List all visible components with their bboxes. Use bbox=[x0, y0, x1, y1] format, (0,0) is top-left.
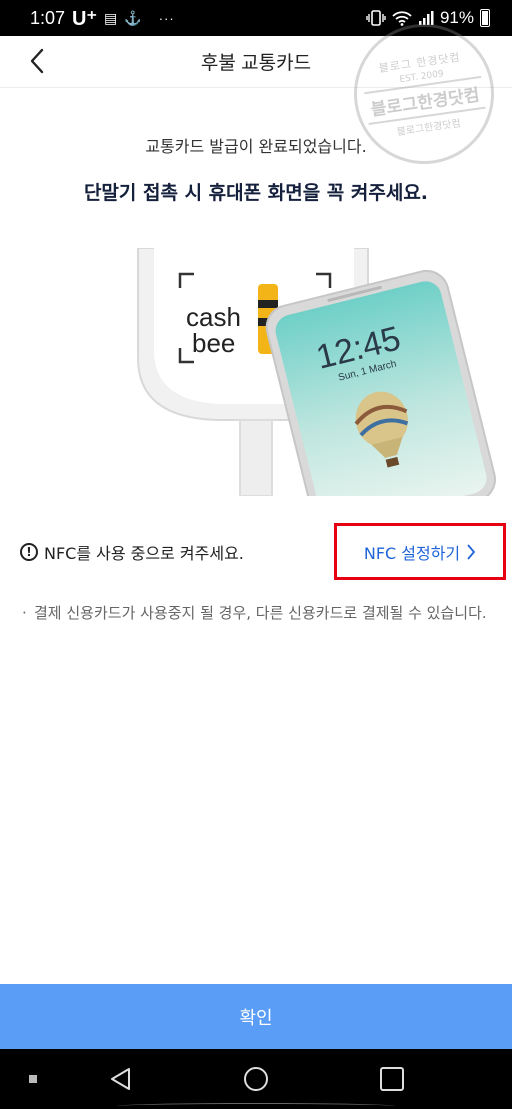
status-time: 1:07 bbox=[30, 7, 66, 28]
cashbee-logo-bee: bee bbox=[192, 328, 235, 358]
card-terminal-illustration: cash bee 12:45 Sun, 1 March bbox=[137, 248, 496, 496]
watermark-main-text: 블로그한경닷컴 bbox=[364, 75, 486, 125]
chevron-right-icon bbox=[467, 543, 476, 560]
payment-note: · 결제 신용카드가 사용중지 될 경우, 다른 신용카드로 결제될 수 있습니… bbox=[22, 600, 492, 627]
nav-home-button[interactable] bbox=[242, 1065, 270, 1093]
nfc-notice-text: NFC를 사용 중으로 켜주세요. bbox=[44, 544, 244, 563]
nav-recent-apps-button[interactable] bbox=[378, 1065, 406, 1093]
battery-icon bbox=[480, 9, 490, 27]
back-arrow-icon bbox=[30, 48, 44, 74]
image-notification-icon: ▤ bbox=[104, 9, 118, 26]
note-bullet: · bbox=[22, 604, 27, 622]
alert-circle-icon: ! bbox=[20, 543, 38, 561]
system-nav-bar bbox=[0, 1049, 512, 1109]
payment-note-text: 결제 신용카드가 사용중지 될 경우, 다른 신용카드로 결제될 수 있습니다. bbox=[34, 604, 487, 622]
battery-percent: 91% bbox=[439, 8, 474, 27]
issue-complete-message: 교통카드 발급이 완료되었습니다. bbox=[145, 137, 367, 156]
nfc-settings-link[interactable]: NFC 설정하기 bbox=[334, 523, 506, 580]
nfc-settings-label: NFC 설정하기 bbox=[363, 543, 461, 563]
more-notifications-icon: ··· bbox=[158, 10, 175, 26]
nav-indicator-icon bbox=[29, 1075, 37, 1083]
back-button[interactable] bbox=[22, 46, 52, 76]
screen-on-instruction: 단말기 접촉 시 휴대폰 화면을 꼭 켜주세요. bbox=[83, 182, 429, 204]
page-title: 후불 교통카드 bbox=[200, 53, 312, 74]
vibrate-icon bbox=[366, 10, 386, 26]
confirm-button[interactable]: 확인 bbox=[0, 984, 512, 1049]
carrier-logo: U⁺ bbox=[72, 7, 98, 30]
nav-back-button[interactable] bbox=[107, 1065, 135, 1093]
nav-gesture-handle bbox=[118, 1103, 394, 1109]
app-notification-icon: ⚓ bbox=[124, 9, 142, 26]
wifi-icon bbox=[392, 11, 412, 26]
